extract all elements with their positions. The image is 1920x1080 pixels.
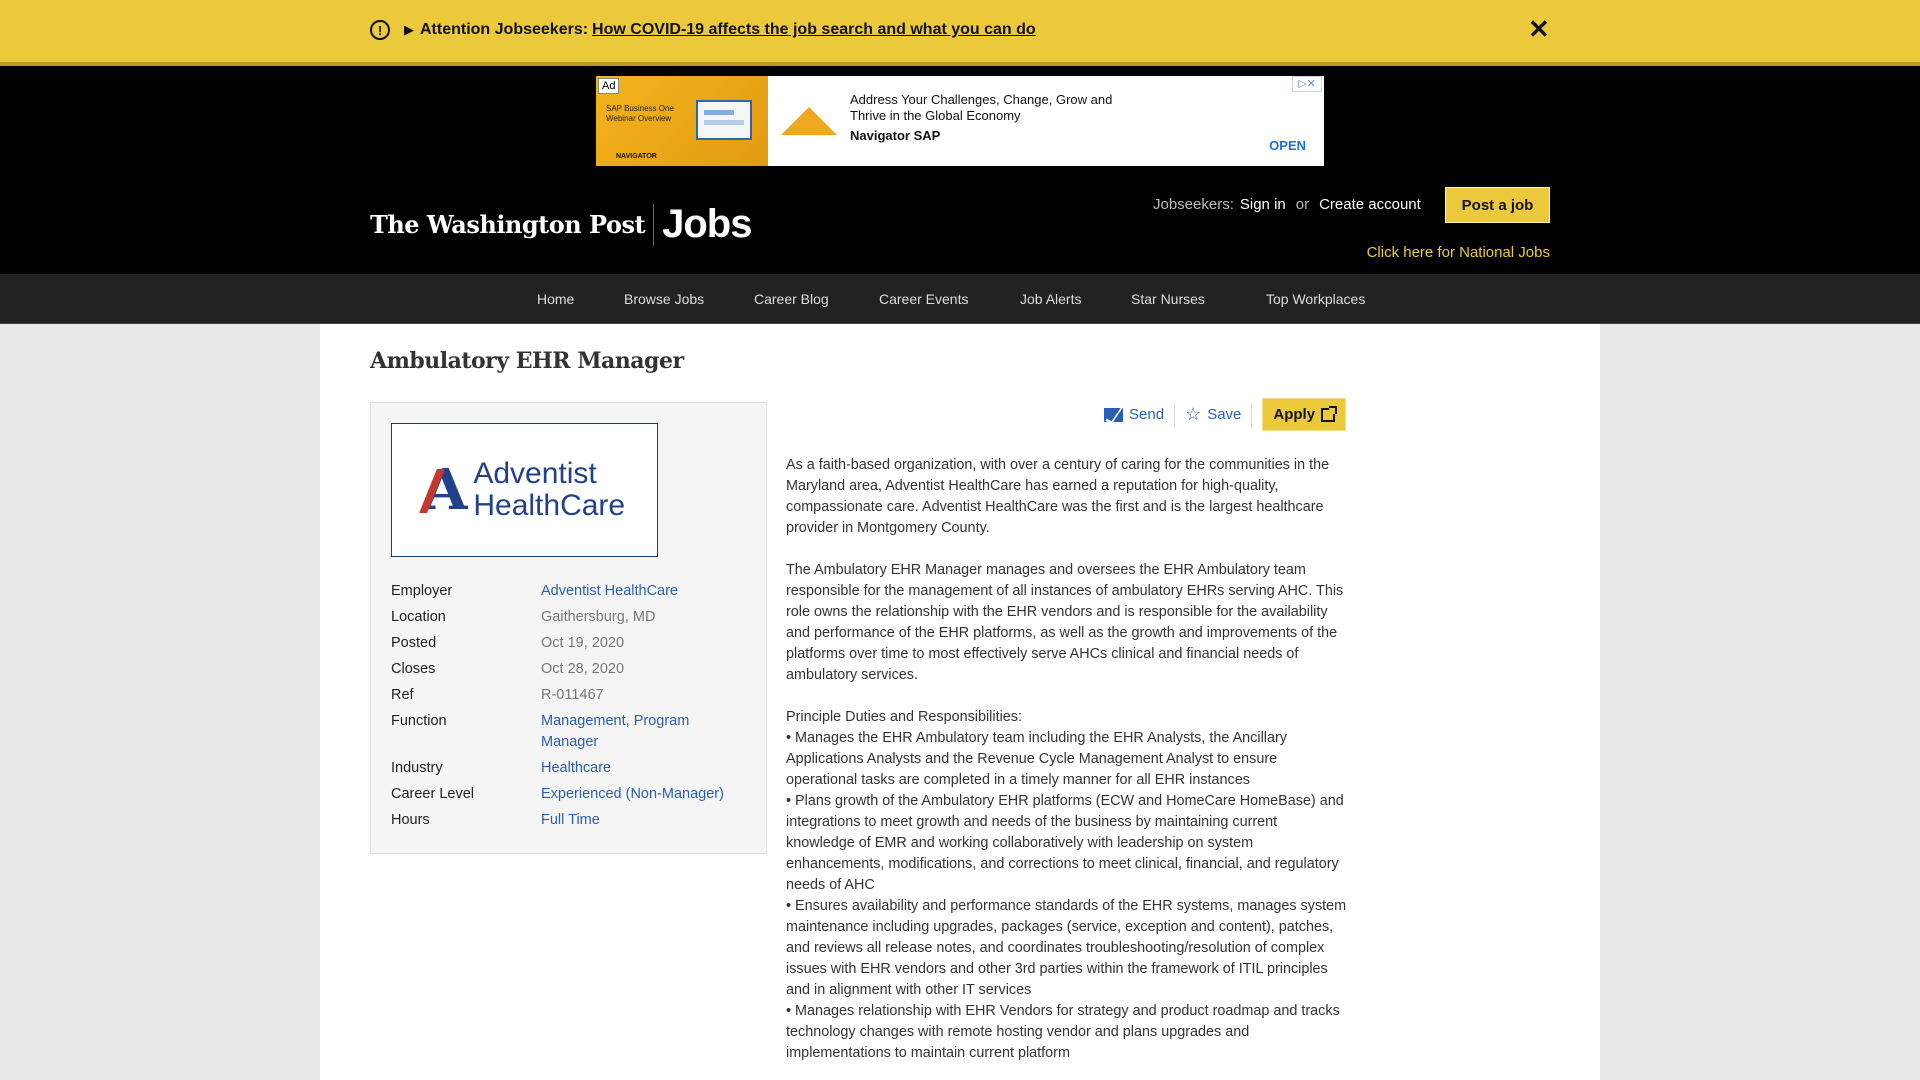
- site-logo[interactable]: The Washington Post Jobs: [370, 202, 752, 247]
- apply-button[interactable]: Apply: [1262, 398, 1347, 431]
- logo-text-line-2: HealthCare: [473, 489, 626, 522]
- fact-closes: Closes Oct 28, 2020: [391, 659, 751, 680]
- nav-home[interactable]: Home: [537, 291, 574, 307]
- ad-headline: Address Your Challenges, Change, Grow an…: [850, 92, 1113, 123]
- job-detail-page: Ambulatory EHR Manager A Adventist Healt…: [320, 324, 1600, 1080]
- description-paragraph: The Ambulatory EHR Manager manages and o…: [786, 562, 1344, 683]
- nav-browse-jobs[interactable]: Browse Jobs: [624, 291, 704, 307]
- industry-link[interactable]: Healthcare: [541, 758, 611, 779]
- fact-industry: Industry Healthcare: [391, 758, 751, 779]
- fact-label: Location: [391, 609, 446, 625]
- fact-label: Employer: [391, 583, 453, 599]
- alert-content: ! ▶ Attention Jobseekers: How COVID-19 a…: [370, 20, 1036, 40]
- fact-label: Industry: [391, 760, 443, 776]
- ad-brand: Navigator SAP: [850, 128, 941, 143]
- ad-image[interactable]: Ad SAP Business One Webinar Overview NAV…: [596, 76, 768, 166]
- send-label: Send: [1129, 406, 1165, 423]
- nav-job-alerts[interactable]: Job Alerts: [1020, 291, 1081, 307]
- job-facts: Employer Adventist HealthCare Location G…: [391, 581, 751, 836]
- fact-label: Posted: [391, 635, 437, 651]
- main-nav: Home Browse Jobs Career Blog Career Even…: [0, 274, 1920, 324]
- fact-function: Function Management, Program Manager: [391, 711, 751, 753]
- post-job-button[interactable]: Post a job: [1445, 187, 1550, 223]
- jobseekers-label: Jobseekers:: [1153, 196, 1234, 213]
- fact-hours: Hours Full Time: [391, 810, 751, 831]
- send-button[interactable]: Send: [1104, 406, 1164, 423]
- washington-post-wordmark: The Washington Post: [370, 210, 646, 239]
- apply-label: Apply: [1273, 406, 1316, 423]
- nav-star-nurses[interactable]: Star Nurses: [1131, 291, 1205, 307]
- hours-link[interactable]: Full Time: [541, 810, 600, 831]
- fact-value: Oct 19, 2020: [541, 635, 625, 651]
- logo-text-line-1: Adventist: [473, 457, 597, 490]
- fact-employer: Employer Adventist HealthCare: [391, 581, 751, 602]
- job-actions: Send ☆ Save Apply: [1104, 398, 1347, 431]
- covid-info-link[interactable]: How COVID-19 affects the job search and …: [592, 21, 1036, 39]
- alert-prefix: Attention Jobseekers:: [420, 21, 589, 38]
- ad-image-footer: NAVIGATOR: [616, 153, 657, 160]
- logo-divider: [653, 203, 655, 246]
- divider: [1174, 402, 1176, 427]
- fact-value: Gaithersburg, MD: [541, 609, 656, 625]
- account-links: Jobseekers: Sign in or Create account: [1153, 196, 1421, 213]
- employer-link[interactable]: Adventist HealthCare: [541, 581, 678, 602]
- national-jobs-link[interactable]: Click here for National Jobs: [1367, 244, 1550, 261]
- fact-label: Function: [391, 713, 447, 729]
- nav-career-blog[interactable]: Career Blog: [754, 291, 829, 307]
- navigator-logo-icon: [768, 76, 850, 166]
- warning-icon: !: [370, 20, 390, 40]
- nav-top-workplaces[interactable]: Top Workplaces: [1266, 291, 1365, 307]
- advertisement[interactable]: Ad SAP Business One Webinar Overview NAV…: [596, 76, 1324, 166]
- nav-career-events[interactable]: Career Events: [879, 291, 968, 307]
- fact-label: Hours: [391, 812, 430, 828]
- or-label: or: [1295, 196, 1310, 213]
- employer-logo[interactable]: A Adventist HealthCare: [391, 423, 658, 557]
- site-header: Ad SAP Business One Webinar Overview NAV…: [0, 66, 1920, 274]
- star-icon: ☆: [1185, 404, 1202, 424]
- ad-open-button[interactable]: OPEN: [1269, 138, 1306, 153]
- close-icon[interactable]: ✕: [1528, 16, 1550, 42]
- fact-label: Closes: [391, 661, 436, 677]
- covid-alert-banner: ! ▶ Attention Jobseekers: How COVID-19 a…: [0, 0, 1920, 66]
- duty-item: • Plans growth of the Ambulatory EHR pla…: [786, 793, 1344, 893]
- duty-item: • Manages the EHR Ambulatory team includ…: [786, 730, 1287, 788]
- fact-value: Oct 28, 2020: [541, 661, 625, 677]
- play-triangle-icon[interactable]: ▶: [404, 22, 414, 38]
- save-label: Save: [1207, 406, 1242, 423]
- fact-ref: Ref R-011467: [391, 685, 751, 706]
- external-link-icon: [1321, 405, 1338, 422]
- ad-choices-icon[interactable]: ▷✕: [1292, 76, 1322, 92]
- career-level-link[interactable]: Experienced (Non-Manager): [541, 784, 724, 805]
- sign-in-link[interactable]: Sign in: [1240, 196, 1286, 213]
- monitor-icon: [696, 100, 752, 140]
- fact-posted: Posted Oct 19, 2020: [391, 633, 751, 654]
- mail-icon: [1104, 407, 1123, 422]
- adventist-a-icon: A: [419, 457, 467, 523]
- save-button[interactable]: ☆ Save: [1185, 404, 1241, 425]
- duty-item: • Ensures availability and performance s…: [786, 898, 1347, 998]
- fact-location: Location Gaithersburg, MD: [391, 607, 751, 628]
- employer-logo-text: Adventist HealthCare: [473, 458, 625, 522]
- ad-text[interactable]: Address Your Challenges, Change, Grow an…: [850, 76, 1150, 166]
- job-summary-panel: A Adventist HealthCare Employer Adventis…: [370, 402, 767, 854]
- create-account-link[interactable]: Create account: [1319, 196, 1421, 213]
- job-description: As a faith-based organization, with over…: [786, 455, 1348, 1064]
- fact-career-level: Career Level Experienced (Non-Manager): [391, 784, 751, 805]
- description-paragraph: As a faith-based organization, with over…: [786, 457, 1330, 536]
- duty-item: • Manages relationship with EHR Vendors …: [786, 1003, 1340, 1061]
- page-title: Ambulatory EHR Manager: [370, 348, 684, 374]
- fact-value: R-011467: [541, 687, 604, 703]
- divider: [1251, 402, 1253, 427]
- jobs-wordmark: Jobs: [662, 202, 752, 246]
- fact-label: Career Level: [391, 786, 475, 802]
- fact-label: Ref: [391, 687, 414, 703]
- ad-image-title: SAP Business One Webinar Overview: [606, 104, 674, 123]
- function-link[interactable]: Management, Program Manager: [541, 711, 711, 753]
- duties-heading: Principle Duties and Responsibilities:: [786, 709, 1022, 725]
- ad-badge: Ad: [598, 78, 620, 94]
